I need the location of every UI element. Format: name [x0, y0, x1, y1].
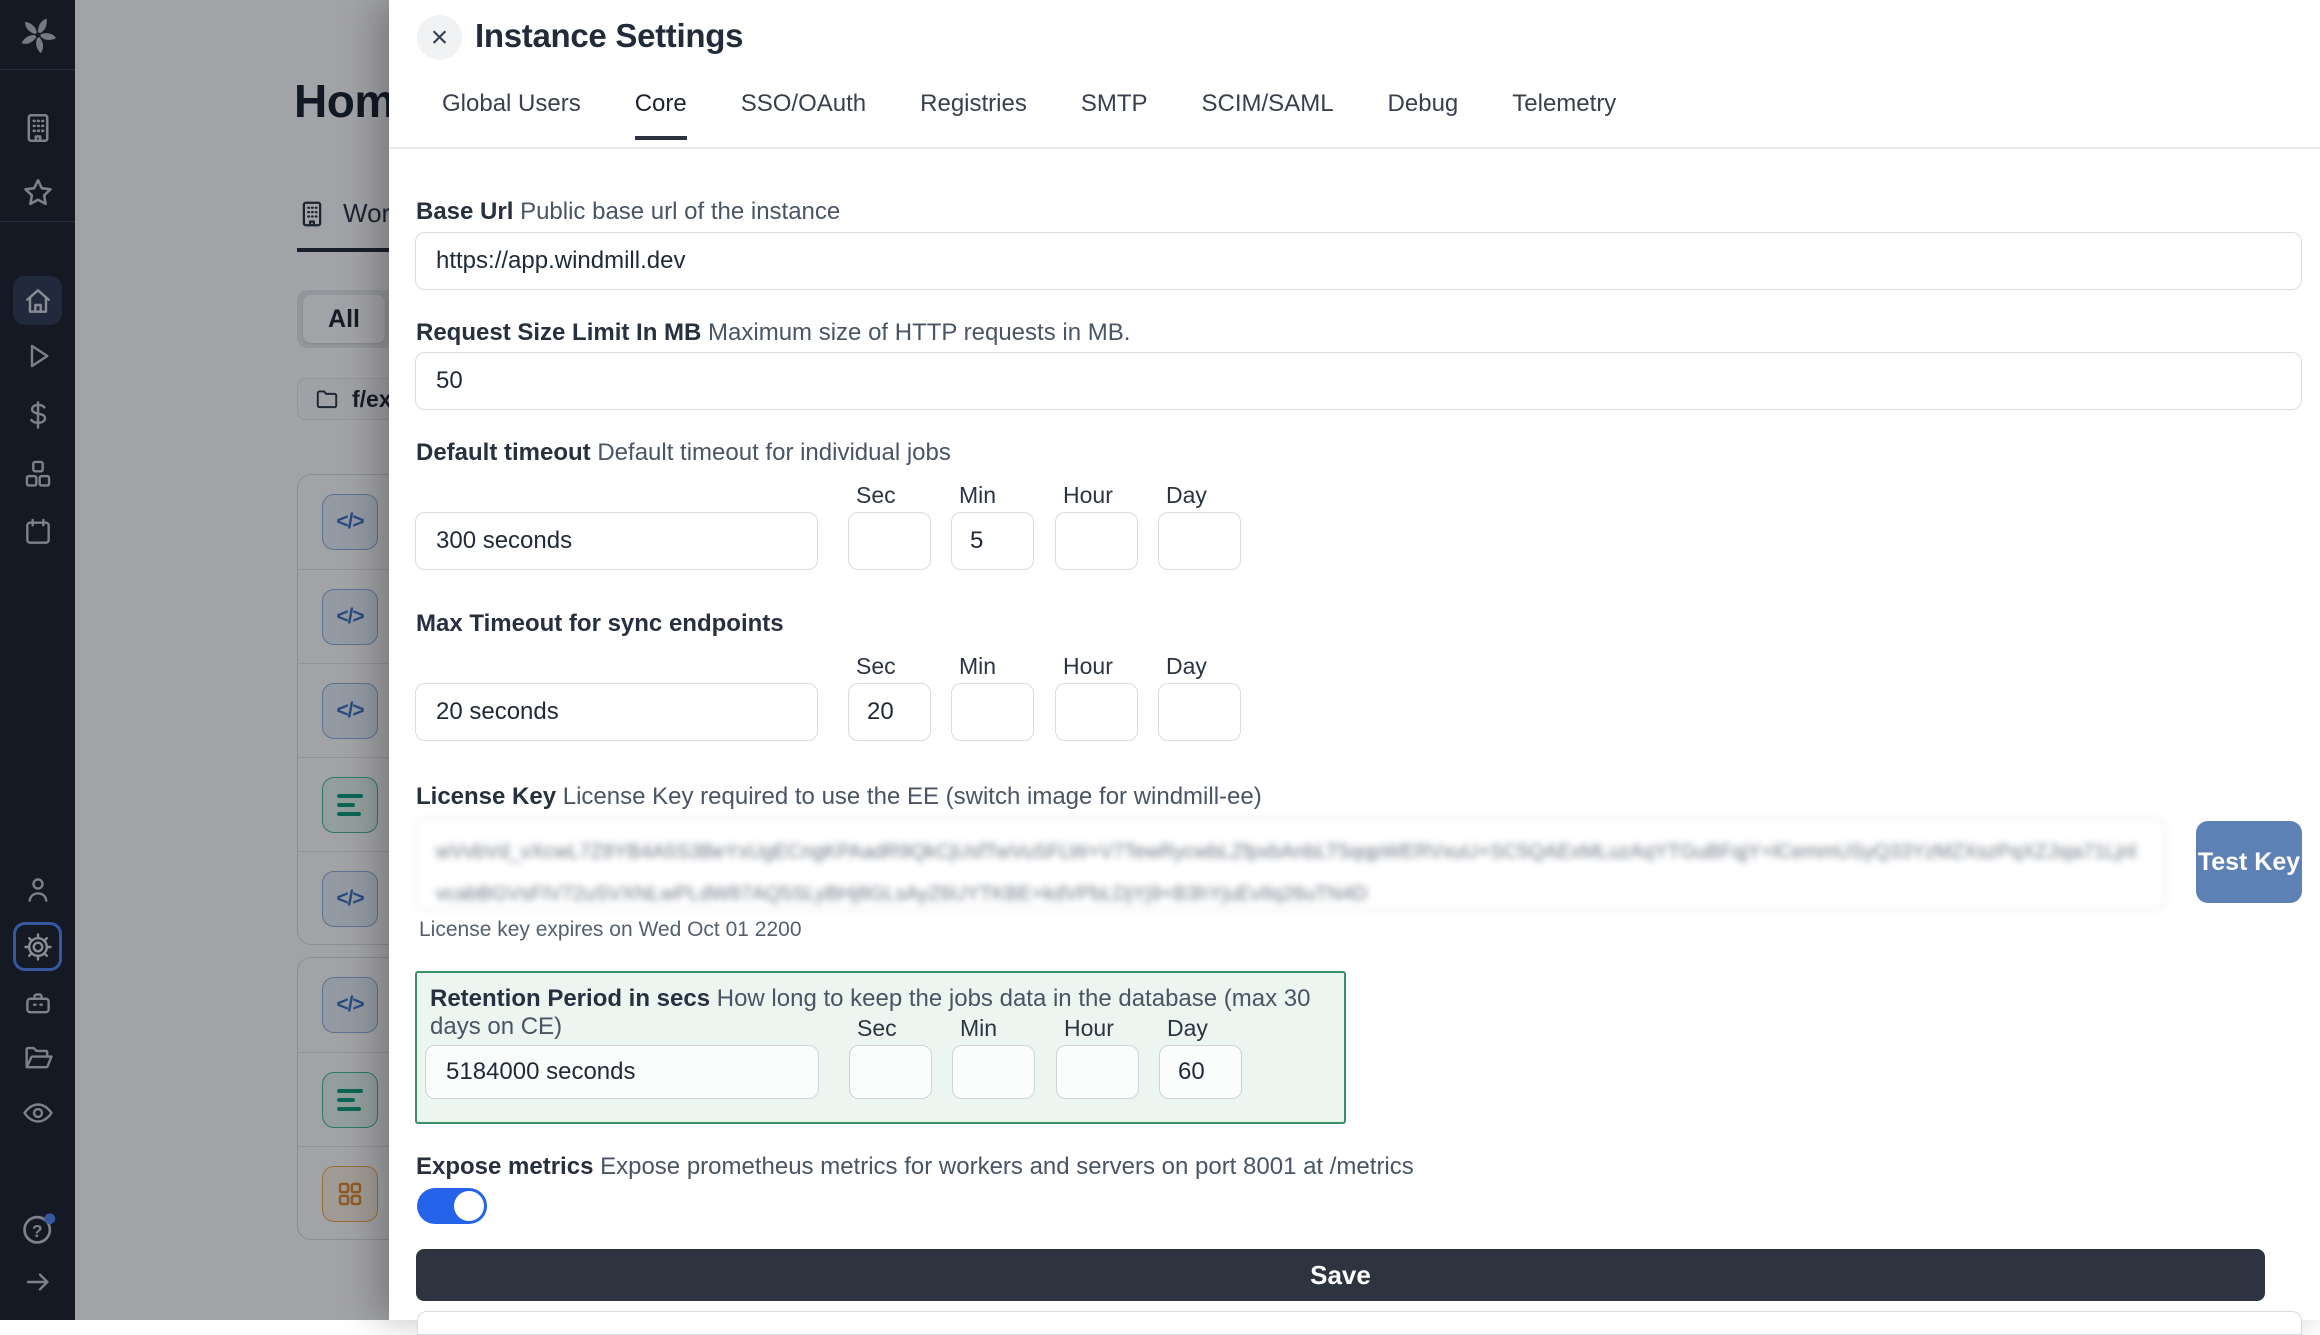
max-timeout-day-input[interactable]: [1158, 683, 1241, 741]
modal-title: Instance Settings: [475, 17, 743, 55]
retention-hour-input[interactable]: [1056, 1045, 1139, 1099]
license-expires-note: License key expires on Wed Oct 01 2200: [419, 918, 802, 942]
save-button[interactable]: Save: [416, 1249, 2265, 1301]
retention-input[interactable]: [425, 1045, 819, 1099]
default-timeout-sec-input[interactable]: [848, 512, 931, 570]
max-timeout-hour-input[interactable]: [1055, 683, 1138, 741]
retention-period-section: Retention Period in secs How long to kee…: [415, 971, 1346, 1124]
close-button[interactable]: ×: [417, 15, 462, 60]
test-key-button[interactable]: Test Key: [2196, 821, 2302, 903]
max-timeout-label: Max Timeout for sync endpoints: [416, 610, 784, 638]
tab-sso-oauth[interactable]: SSO/OAuth: [741, 90, 866, 140]
expose-metrics-toggle[interactable]: [417, 1188, 487, 1224]
default-timeout-hour-input[interactable]: [1055, 512, 1138, 570]
tab-scim-saml[interactable]: SCIM/SAML: [1202, 90, 1334, 140]
retention-min-input[interactable]: [952, 1045, 1035, 1099]
default-timeout-label: Default timeout Default timeout for indi…: [416, 439, 951, 467]
close-icon: ×: [431, 23, 449, 53]
retention-sec-input[interactable]: [849, 1045, 932, 1099]
instance-settings-modal: × Instance Settings Global Users Core SS…: [389, 0, 2320, 1320]
tab-core[interactable]: Core: [635, 90, 687, 140]
default-timeout-day-input[interactable]: [1158, 512, 1241, 570]
tabs-divider: [389, 147, 2320, 149]
day-label: Day: [1166, 482, 1207, 509]
default-timeout-input[interactable]: [415, 512, 818, 570]
tab-telemetry[interactable]: Telemetry: [1512, 90, 1616, 140]
retention-day-input[interactable]: [1159, 1045, 1242, 1099]
sec-label: Sec: [856, 482, 896, 509]
sec-label: Sec: [857, 1015, 897, 1042]
hour-label: Hour: [1063, 482, 1113, 509]
license-key-textarea[interactable]: wVvbVd_vXcwL7Z8YB4A5S3BeYxUgECngKPAadR9Q…: [415, 818, 2166, 910]
max-timeout-input[interactable]: [415, 683, 818, 741]
min-label: Min: [959, 653, 996, 680]
tab-debug[interactable]: Debug: [1388, 90, 1459, 140]
settings-tabs: Global Users Core SSO/OAuth Registries S…: [389, 90, 2320, 140]
base-url-label: Base Url Public base url of the instance: [416, 198, 840, 226]
tab-registries[interactable]: Registries: [920, 90, 1027, 140]
tab-global-users[interactable]: Global Users: [442, 90, 581, 140]
toggle-knob: [454, 1191, 484, 1221]
hour-label: Hour: [1064, 1015, 1114, 1042]
hour-label: Hour: [1063, 653, 1113, 680]
max-timeout-sec-input[interactable]: [848, 683, 931, 741]
request-size-input[interactable]: [415, 352, 2302, 410]
day-label: Day: [1166, 653, 1207, 680]
min-label: Min: [960, 1015, 997, 1042]
day-label: Day: [1167, 1015, 1208, 1042]
default-timeout-min-input[interactable]: [951, 512, 1034, 570]
base-url-input[interactable]: [415, 232, 2302, 290]
tab-smtp[interactable]: SMTP: [1081, 90, 1148, 140]
license-key-label: License Key License Key required to use …: [416, 783, 1262, 811]
max-timeout-min-input[interactable]: [951, 683, 1034, 741]
partial-input-below[interactable]: [417, 1311, 2302, 1335]
expose-metrics-label: Expose metrics Expose prometheus metrics…: [416, 1153, 1414, 1181]
sec-label: Sec: [856, 653, 896, 680]
request-size-label: Request Size Limit In MB Maximum size of…: [416, 319, 1130, 347]
min-label: Min: [959, 482, 996, 509]
